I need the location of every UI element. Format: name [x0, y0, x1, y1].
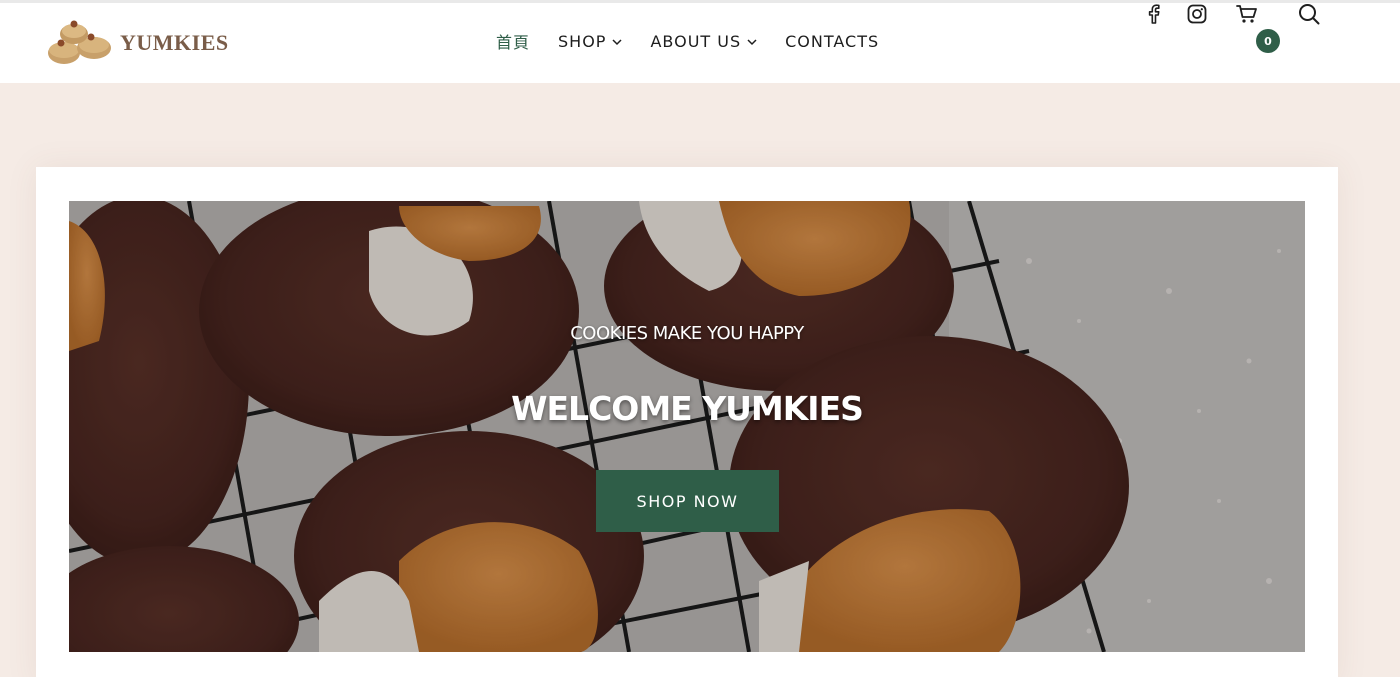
shop-now-button-label: SHOP NOW [636, 491, 739, 511]
hero-banner: COOKIES MAKE YOU HAPPY WELCOME YUMKIES S… [69, 201, 1305, 652]
nav-item-label: SHOP [558, 31, 607, 51]
cart-count-badge: 0 [1256, 29, 1280, 53]
hero-title: WELCOME YUMKIES [511, 389, 864, 428]
brand-name: YUMKIES [120, 30, 229, 55]
chevron-down-icon [612, 39, 622, 46]
main-nav: 首頁 SHOP ABOUT US CONTACTS [496, 28, 907, 54]
site-header: YUMKIES 首頁 SHOP ABOUT US CONTACTS 0 [0, 0, 1400, 83]
hero-eyebrow: COOKIES MAKE YOU HAPPY [570, 323, 804, 344]
nav-item-contacts[interactable]: CONTACTS [785, 32, 879, 51]
cookie-logo-icon [48, 20, 111, 64]
instagram-link[interactable] [1186, 0, 1208, 28]
nav-item-label: ABOUT US [650, 31, 742, 51]
facebook-icon [1148, 4, 1160, 24]
nav-item-about-us[interactable]: ABOUT US [650, 32, 757, 51]
search-button[interactable] [1297, 0, 1321, 28]
brand-logo[interactable]: YUMKIES [44, 16, 229, 68]
search-icon [1299, 4, 1320, 25]
nav-item-home[interactable]: 首頁 [496, 29, 530, 53]
cart-icon [1236, 5, 1257, 23]
cart-button[interactable] [1236, 0, 1258, 28]
nav-item-label: 首頁 [496, 33, 531, 52]
nav-item-label: CONTACTS [785, 31, 880, 51]
instagram-icon [1187, 4, 1207, 24]
chevron-down-icon [747, 39, 757, 46]
facebook-link[interactable] [1143, 0, 1163, 28]
nav-item-shop[interactable]: SHOP [558, 32, 622, 51]
shop-now-button[interactable]: SHOP NOW [596, 470, 779, 532]
